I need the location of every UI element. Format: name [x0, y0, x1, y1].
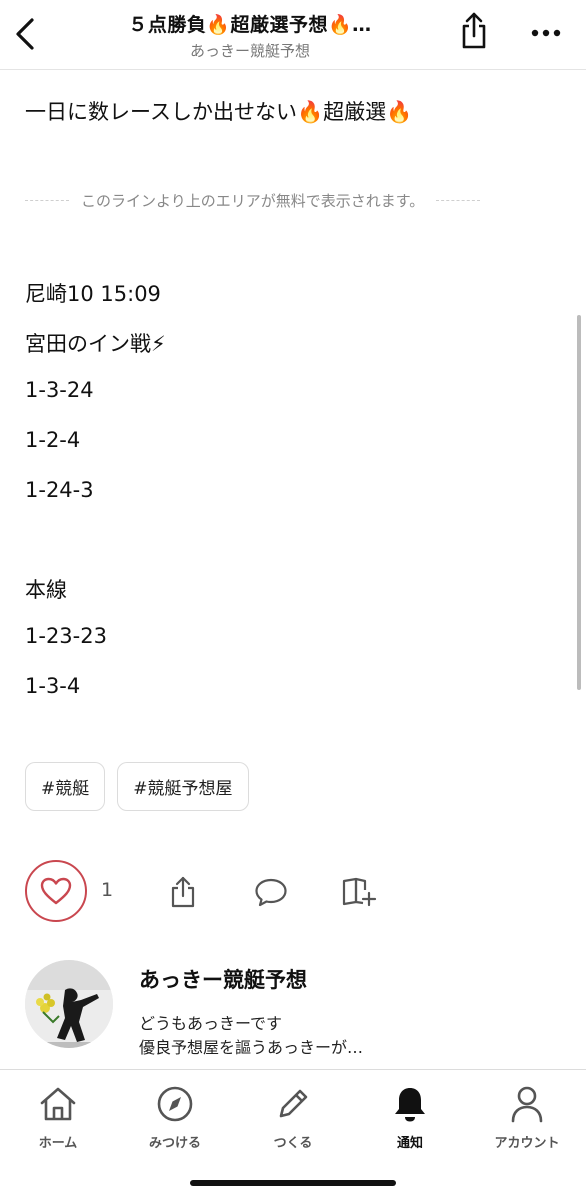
scrollbar[interactable]: [577, 315, 581, 690]
dashed-line: [436, 200, 481, 201]
add-to-magazine-button[interactable]: [341, 874, 377, 910]
tab-notifications[interactable]: 通知: [355, 1084, 465, 1151]
share-button[interactable]: [456, 10, 492, 52]
author-avatar[interactable]: [25, 960, 113, 1048]
hashtag-chip[interactable]: #競艇: [25, 762, 106, 811]
tab-label: 通知: [396, 1136, 423, 1151]
chevron-left-icon: [16, 18, 34, 50]
article-title: ５点勝負🔥超厳選予想🔥…: [128, 14, 372, 36]
tab-label: アカウント: [494, 1136, 560, 1151]
like-count: 1: [101, 879, 114, 901]
comment-bubble-icon: [255, 878, 287, 907]
bell-icon: [395, 1088, 425, 1122]
tab-create[interactable]: つくる: [238, 1084, 348, 1151]
pencil-icon: [279, 1089, 308, 1118]
tab-label: つくる: [273, 1136, 313, 1151]
bet-combination: 1-3-4: [25, 674, 81, 698]
paywall-notice: このラインより上のエリアが無料で表示されます。: [81, 192, 425, 210]
share-icon: [462, 12, 486, 49]
tab-home[interactable]: ホーム: [3, 1084, 113, 1151]
avatar-image: [25, 960, 113, 1048]
race-comment: 宮田のイン戦⚡: [25, 332, 166, 356]
main-line-heading: 本線: [25, 578, 67, 602]
article-lead-text: 一日に数レースしか出せない🔥超厳選🔥: [25, 100, 413, 124]
heart-icon: [40, 877, 72, 905]
tab-discover[interactable]: みつける: [120, 1084, 230, 1151]
home-indicator: [190, 1180, 396, 1186]
bet-combination: 1-23-23: [25, 624, 107, 648]
hashtag-chip[interactable]: #競艇予想屋: [117, 762, 249, 811]
author-bio-line: どうもあっきーです: [139, 1014, 283, 1033]
tab-label: ホーム: [38, 1136, 78, 1151]
header-title-block: ５点勝負🔥超厳選予想🔥… あっきー競艇予想: [80, 10, 420, 61]
paywall-divider: このラインより上のエリアが無料で表示されます。: [25, 190, 561, 211]
like-button[interactable]: [25, 860, 87, 922]
ellipsis-icon: [531, 29, 561, 37]
bet-combination: 1-2-4: [25, 428, 81, 452]
race-venue-time: 尼崎10 15:09: [25, 282, 161, 306]
author-bio-line: 優良予想屋を謳うあっきーが…: [139, 1038, 364, 1057]
tab-label: みつける: [148, 1136, 201, 1151]
author-name[interactable]: あっきー競艇予想: [139, 964, 307, 994]
comment-button[interactable]: [253, 874, 289, 910]
article-actions: 1: [25, 860, 425, 922]
hashtag-list: #競艇 #競艇予想屋: [25, 762, 249, 811]
back-button[interactable]: [10, 14, 40, 54]
dashed-line: [25, 200, 69, 201]
book-plus-icon: [342, 877, 377, 907]
top-app-bar: ５点勝負🔥超厳選予想🔥… あっきー競艇予想: [0, 0, 586, 70]
bet-combination: 1-3-24: [25, 378, 94, 402]
author-bio: どうもあっきーです 優良予想屋を謳うあっきーが…: [139, 1012, 363, 1060]
share-action-button[interactable]: [165, 874, 201, 910]
home-icon: [40, 1087, 76, 1121]
bet-combination: 1-24-3: [25, 478, 94, 502]
more-options-button[interactable]: [524, 18, 568, 48]
share-icon: [171, 876, 195, 908]
person-icon: [511, 1086, 543, 1123]
article-author-subtitle: あっきー競艇予想: [189, 42, 310, 60]
tab-account[interactable]: アカウント: [472, 1084, 582, 1151]
compass-icon: [157, 1086, 193, 1122]
